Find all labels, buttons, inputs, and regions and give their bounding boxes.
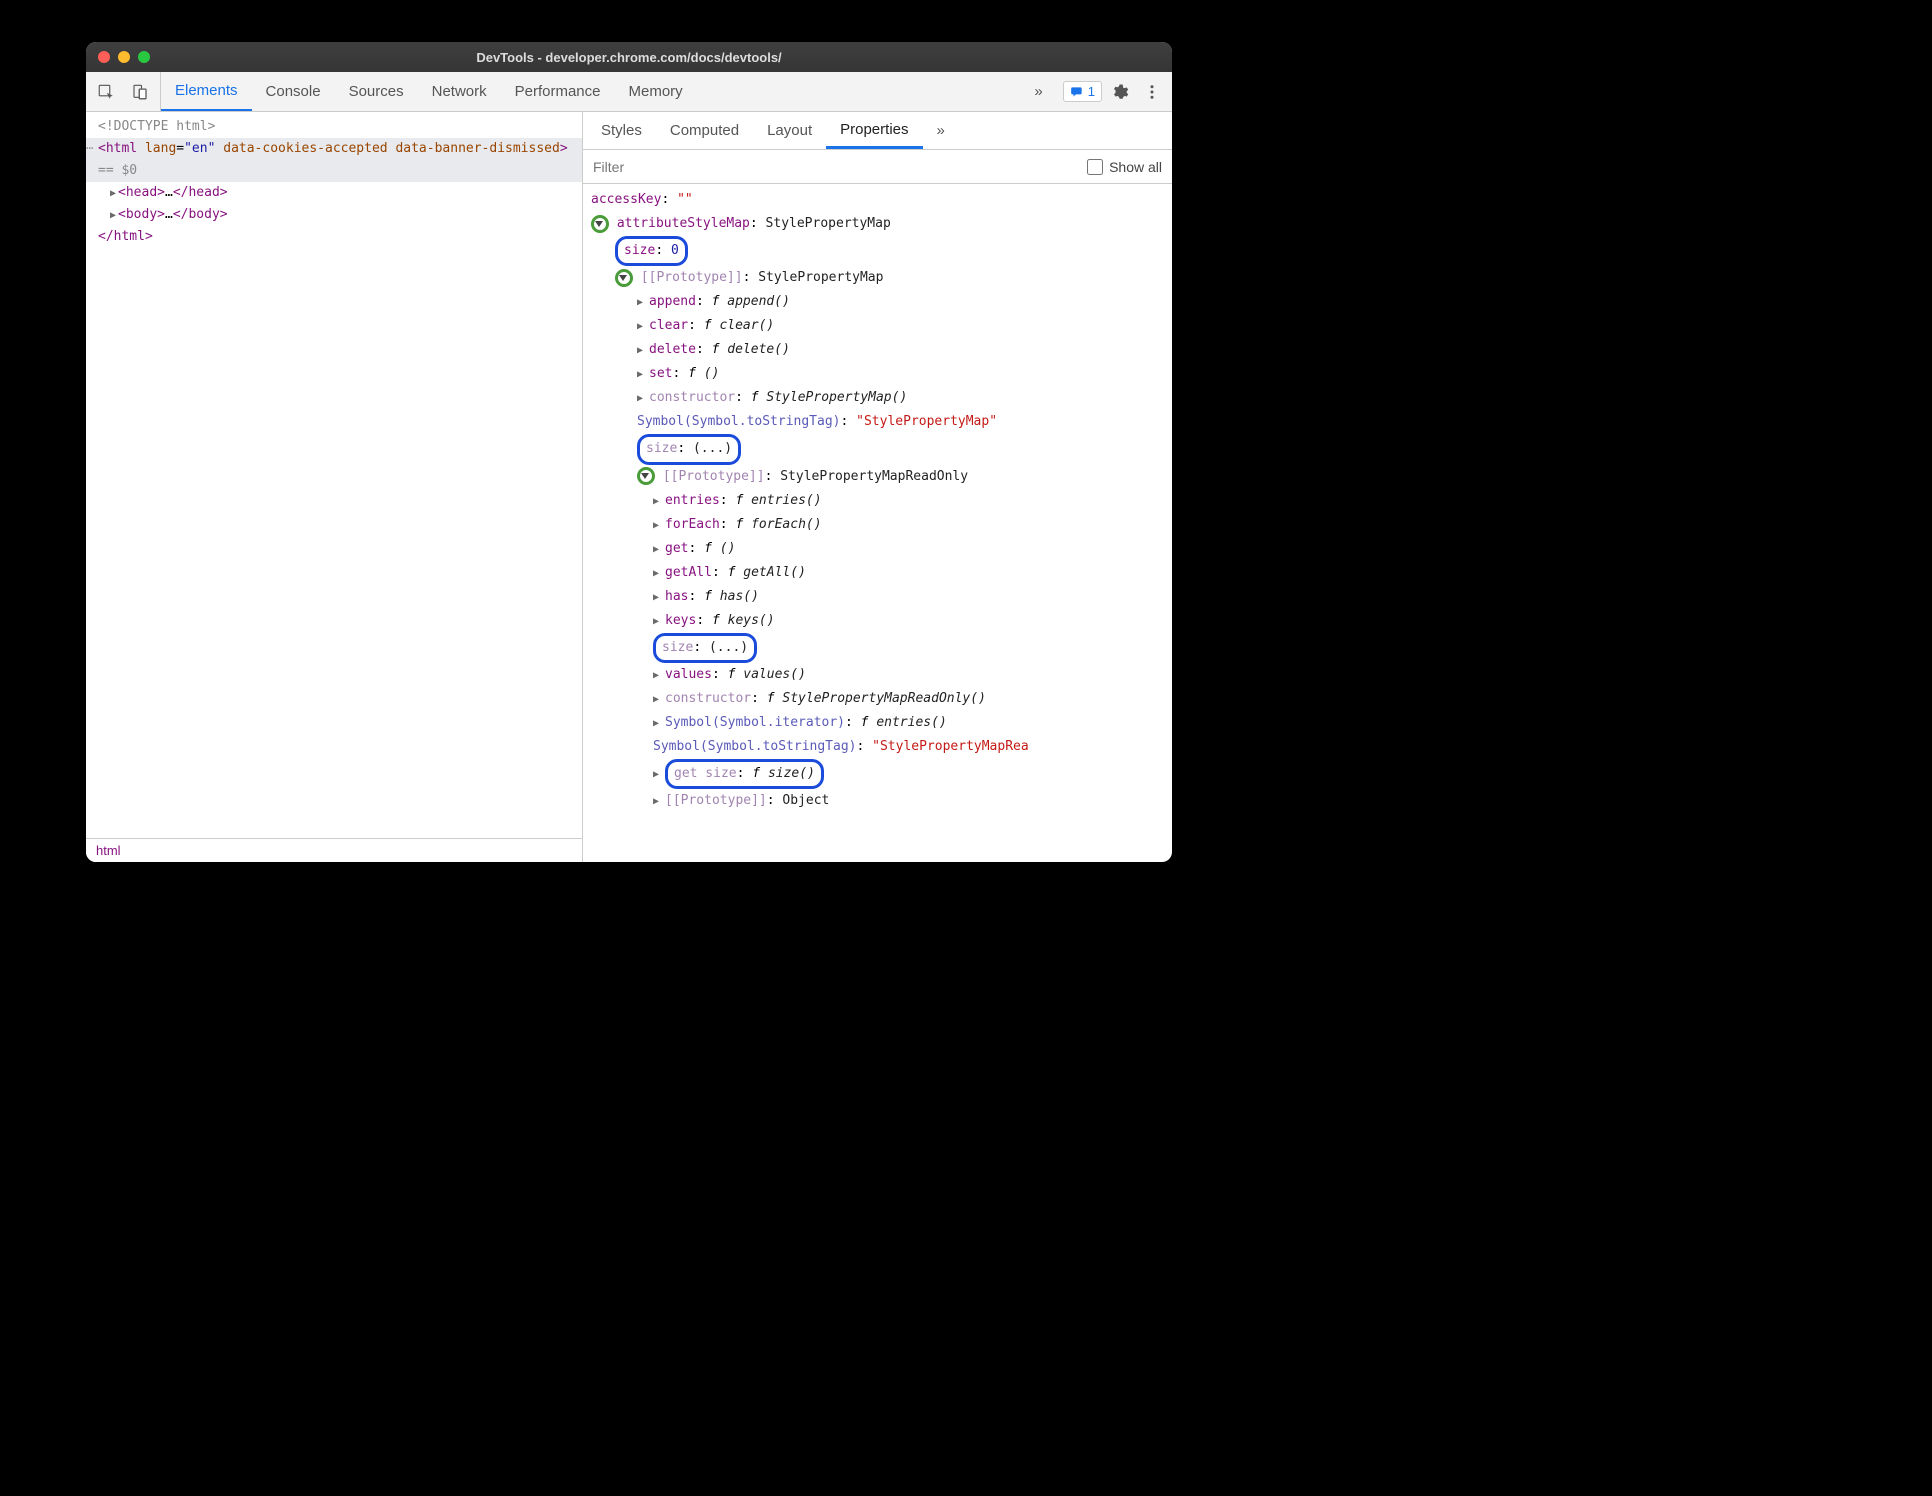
highlighted-property: size: (...) [653,633,757,663]
expand-down-icon[interactable] [615,269,633,287]
expand-icon[interactable]: ▶ [637,366,649,385]
sidebar-tab-properties[interactable]: Properties [826,112,922,149]
tab-memory[interactable]: Memory [615,72,697,111]
property-row[interactable]: ▶clear: f clear() [583,314,1172,338]
window-title: DevTools - developer.chrome.com/docs/dev… [86,50,1172,65]
property-row[interactable]: ▶keys: f keys() [583,609,1172,633]
titlebar: DevTools - developer.chrome.com/docs/dev… [86,42,1172,72]
property-row[interactable]: ▶getAll: f getAll() [583,561,1172,585]
toolbar-right: 1 [1057,72,1172,111]
expand-icon[interactable]: ▶ [653,667,665,686]
expand-icon[interactable]: ▶ [653,766,665,785]
show-all-checkbox[interactable] [1087,159,1103,175]
highlighted-property: size: (...) [637,434,741,464]
sidebar-tab-computed[interactable]: Computed [656,112,753,149]
property-row[interactable]: attributeStyleMap: StylePropertyMap [583,212,1172,236]
property-row[interactable]: size: (...) [583,633,1172,663]
property-row[interactable]: Symbol(Symbol.toStringTag): "StyleProper… [583,410,1172,434]
toolbar-left [86,72,161,111]
main-tabs: ElementsConsoleSourcesNetworkPerformance… [161,72,1020,111]
property-row[interactable]: ▶set: f () [583,362,1172,386]
filter-input[interactable] [593,159,1077,175]
dom-html-element[interactable]: <html lang="en" data-cookies-accepted da… [86,138,582,182]
expand-icon[interactable]: ▶ [653,793,665,812]
property-row[interactable]: size: (...) [583,434,1172,464]
dom-head-element[interactable]: ▶<head>…</head> [86,182,582,204]
main-toolbar: ElementsConsoleSourcesNetworkPerformance… [86,72,1172,112]
property-row[interactable]: [[Prototype]]: StylePropertyMap [583,266,1172,290]
issues-button[interactable]: 1 [1063,81,1102,102]
dom-doctype[interactable]: <!DOCTYPE html> [86,116,582,138]
show-all-label: Show all [1109,159,1162,175]
expand-icon[interactable]: ▶ [653,613,665,632]
expand-icon[interactable]: ▶ [637,342,649,361]
show-all-toggle[interactable]: Show all [1087,159,1162,175]
property-row[interactable]: ▶constructor: f StylePropertyMap() [583,386,1172,410]
property-row[interactable]: ▶delete: f delete() [583,338,1172,362]
sidebar-tab-styles[interactable]: Styles [587,112,656,149]
property-row[interactable]: [[Prototype]]: StylePropertyMapReadOnly [583,465,1172,489]
tab-elements[interactable]: Elements [161,72,252,111]
highlighted-property: get size: f size() [665,759,824,789]
zoom-window-button[interactable] [138,51,150,63]
expand-icon[interactable]: ▶ [653,715,665,734]
expand-icon[interactable]: ▶ [653,541,665,560]
expand-icon[interactable]: ▶ [653,517,665,536]
more-icon[interactable] [1138,78,1166,106]
property-row[interactable]: ▶forEach: f forEach() [583,513,1172,537]
property-row[interactable]: accessKey: "" [583,188,1172,212]
expand-icon[interactable]: ▶ [637,390,649,409]
expand-icon[interactable]: ▶ [653,589,665,608]
dom-tree[interactable]: <!DOCTYPE html> <html lang="en" data-coo… [86,112,582,838]
property-row[interactable]: ▶get: f () [583,537,1172,561]
tab-performance[interactable]: Performance [501,72,615,111]
traffic-lights [98,51,150,63]
property-row[interactable]: ▶Symbol(Symbol.iterator): f entries() [583,711,1172,735]
devtools-window: DevTools - developer.chrome.com/docs/dev… [86,42,1172,862]
tabs-overflow[interactable]: » [1020,72,1056,111]
property-row[interactable]: ▶append: f append() [583,290,1172,314]
tab-network[interactable]: Network [418,72,501,111]
property-row[interactable]: Symbol(Symbol.toStringTag): "StyleProper… [583,735,1172,759]
tab-sources[interactable]: Sources [335,72,418,111]
expand-icon[interactable]: ▶ [110,210,116,221]
filter-row: Show all [583,150,1172,184]
sidebar-tab-layout[interactable]: Layout [753,112,826,149]
inspect-element-icon[interactable] [92,78,120,106]
highlighted-property: size: 0 [615,236,688,266]
device-toolbar-icon[interactable] [126,78,154,106]
property-row[interactable]: ▶constructor: f StylePropertyMapReadOnly… [583,687,1172,711]
breadcrumb[interactable]: html [86,838,582,862]
expand-icon[interactable]: ▶ [653,565,665,584]
expand-down-icon[interactable] [591,215,609,233]
close-window-button[interactable] [98,51,110,63]
sidebar-tabs-overflow[interactable]: » [923,112,959,149]
expand-icon[interactable]: ▶ [637,294,649,313]
dom-html-close[interactable]: </html> [86,226,582,248]
expand-icon[interactable]: ▶ [110,188,116,199]
expand-icon[interactable]: ▶ [637,318,649,337]
issues-count: 1 [1088,84,1095,99]
minimize-window-button[interactable] [118,51,130,63]
expand-down-icon[interactable] [637,467,655,485]
property-row[interactable]: ▶get size: f size() [583,759,1172,789]
sidebar-pane: StylesComputedLayoutProperties» Show all… [583,112,1172,862]
properties-list[interactable]: accessKey: "" attributeStyleMap: StylePr… [583,184,1172,862]
property-row[interactable]: ▶entries: f entries() [583,489,1172,513]
expand-icon[interactable]: ▶ [653,493,665,512]
dom-body-element[interactable]: ▶<body>…</body> [86,204,582,226]
property-row[interactable]: ▶[[Prototype]]: Object [583,789,1172,813]
sidebar-tabs: StylesComputedLayoutProperties» [583,112,1172,150]
expand-icon[interactable]: ▶ [653,691,665,710]
tab-console[interactable]: Console [252,72,335,111]
property-row[interactable]: size: 0 [583,236,1172,266]
property-row[interactable]: ▶has: f has() [583,585,1172,609]
property-row[interactable]: ▶values: f values() [583,663,1172,687]
content: <!DOCTYPE html> <html lang="en" data-coo… [86,112,1172,862]
elements-pane: <!DOCTYPE html> <html lang="en" data-coo… [86,112,583,862]
settings-icon[interactable] [1106,78,1134,106]
